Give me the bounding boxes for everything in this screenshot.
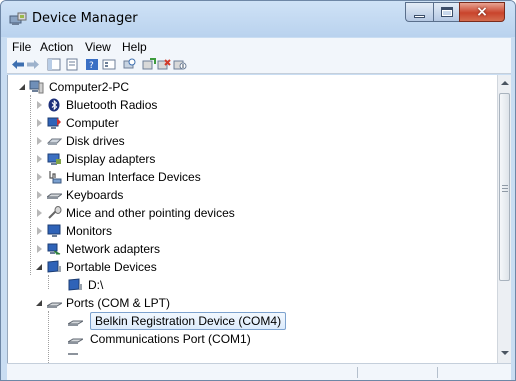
port-icon (68, 353, 78, 355)
tree-item-label: Belkin Registration Device (COM4) (90, 312, 287, 330)
help-icon[interactable]: ? (85, 58, 99, 71)
computer-icon (29, 80, 44, 94)
port-icon (68, 320, 83, 326)
show-hide-console-tree-icon[interactable] (47, 58, 61, 71)
port-icon (47, 302, 62, 308)
tree-root[interactable]: Computer2-PC (8, 78, 488, 96)
menu-help[interactable]: Help (122, 40, 147, 54)
tree-item-label: Mice and other pointing devices (66, 206, 235, 220)
minimize-icon (414, 15, 425, 18)
title-bar[interactable]: Device Manager × (1, 1, 515, 37)
tree-item-label: Computer (66, 116, 119, 130)
expand-triangle-icon[interactable] (37, 119, 42, 127)
minimize-button[interactable] (405, 2, 433, 22)
status-divider (437, 367, 438, 378)
tree-item-label: Portable Devices (66, 260, 157, 274)
device-manager-window: Device Manager × File Action View Help ? (0, 0, 516, 381)
tree-item-label: Ports (COM & LPT) (66, 296, 171, 310)
tree-item-belkin-registration-device[interactable]: Belkin Registration Device (COM4) (8, 312, 488, 330)
view-icon[interactable] (102, 58, 116, 71)
maximize-button[interactable] (433, 2, 459, 22)
tree-item-portable-devices[interactable]: Portable Devices (8, 258, 488, 276)
tree-item-label: D:\ (88, 278, 104, 292)
disk-drive-icon (47, 138, 62, 145)
mouse-icon (48, 206, 62, 219)
maximize-icon (441, 7, 453, 17)
expand-triangle-icon[interactable] (37, 155, 42, 163)
expand-triangle-icon[interactable] (37, 137, 42, 145)
grip-line (502, 191, 508, 192)
grip-line (502, 185, 508, 186)
menu-view[interactable]: View (85, 40, 111, 54)
expand-triangle-icon[interactable] (37, 245, 42, 253)
vertical-scrollbar[interactable] (497, 75, 511, 363)
close-icon: × (476, 4, 488, 20)
properties-icon[interactable] (65, 58, 79, 71)
hid-icon (49, 171, 62, 184)
toolbar: ? (7, 56, 511, 74)
portable-device-icon (68, 278, 82, 291)
menu-file[interactable]: File (12, 40, 31, 54)
tree-item-bluetooth[interactable]: Bluetooth Radios (8, 96, 488, 114)
status-divider (357, 367, 358, 378)
tree-item-communications-port[interactable]: Communications Port (COM1) (8, 330, 488, 348)
tree-item-disk-drives[interactable]: Disk drives (8, 132, 488, 150)
tree-item-monitors[interactable]: Monitors (8, 222, 488, 240)
uninstall-icon[interactable] (157, 58, 171, 71)
expand-triangle-icon[interactable] (37, 101, 42, 109)
back-arrow-icon[interactable] (11, 58, 25, 71)
keyboard-icon (47, 193, 62, 199)
tree-item-label: Keyboards (66, 188, 124, 202)
grip-line (502, 188, 508, 189)
scroll-down-arrow-icon[interactable] (501, 351, 509, 355)
display-adapter-icon (47, 153, 61, 165)
tree-item-label: Disk drives (66, 134, 125, 148)
scan-hardware-icon[interactable] (122, 58, 136, 71)
close-button[interactable]: × (459, 2, 505, 22)
tree-item-computer[interactable]: Computer (8, 114, 488, 132)
device-tree[interactable]: Computer2-PC Bluetooth Radios Computer D… (7, 75, 497, 363)
expand-triangle-icon[interactable] (37, 173, 42, 181)
expand-triangle-icon[interactable] (37, 227, 42, 235)
tree-item-label: Monitors (66, 224, 113, 238)
tree-root-label: Computer2-PC (49, 80, 130, 94)
tree-item-label: Communications Port (COM1) (90, 332, 251, 346)
scrollbar-thumb[interactable] (499, 93, 510, 281)
tree-item-hid[interactable]: Human Interface Devices (8, 168, 488, 186)
collapse-triangle-icon[interactable] (36, 300, 42, 306)
menu-action[interactable]: Action (40, 40, 73, 54)
tree-item-display-adapters[interactable]: Display adapters (8, 150, 488, 168)
status-bar (7, 363, 511, 380)
update-driver-icon[interactable] (142, 58, 156, 71)
tree-item-label: Human Interface Devices (66, 170, 201, 184)
bluetooth-icon (48, 98, 60, 112)
tree-item-portable-d[interactable]: D:\ (8, 276, 488, 294)
tree-item-ports[interactable]: Ports (COM & LPT) (8, 294, 488, 312)
portable-device-icon (47, 260, 61, 273)
scroll-up-arrow-icon[interactable] (501, 81, 509, 85)
forward-arrow-icon[interactable] (26, 58, 40, 71)
menu-bar: File Action View Help (7, 38, 511, 56)
tree-item-label: Network adapters (66, 242, 161, 256)
tree-item-keyboards[interactable]: Keyboards (8, 186, 488, 204)
tree-item-network-adapters[interactable]: Network adapters (8, 240, 488, 258)
tree-item-mice[interactable]: Mice and other pointing devices (8, 204, 488, 222)
port-icon (68, 338, 83, 344)
disable-device-icon[interactable] (173, 58, 187, 71)
tree-item-label: Display adapters (66, 152, 156, 166)
tree-item-label: Bluetooth Radios (66, 98, 158, 112)
device-manager-icon (9, 12, 27, 25)
expand-triangle-icon[interactable] (37, 191, 42, 199)
svg-text:?: ? (89, 61, 94, 71)
expand-triangle-icon[interactable] (19, 84, 25, 90)
tree-item-partial[interactable] (8, 353, 488, 363)
computer-icon (47, 117, 61, 129)
monitor-icon (47, 224, 61, 237)
window-title: Device Manager (32, 11, 138, 26)
expand-triangle-icon[interactable] (37, 209, 42, 217)
network-adapter-icon (47, 243, 61, 255)
collapse-triangle-icon[interactable] (36, 264, 42, 270)
